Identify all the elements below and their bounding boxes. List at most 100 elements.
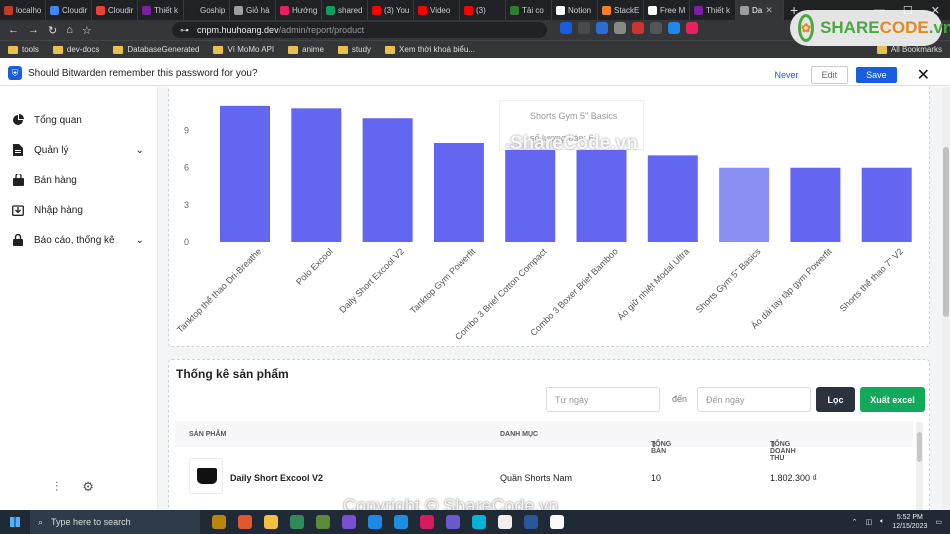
never-button[interactable]: Never <box>775 70 799 80</box>
browser-tab[interactable]: localho <box>0 0 46 20</box>
app-icon[interactable] <box>212 515 226 529</box>
nav-item-bao-cao[interactable]: Báo cáo, thống kê ⌄ <box>12 234 144 246</box>
url-path: /admin/report/product <box>278 25 365 35</box>
chart-bar[interactable] <box>433 142 484 242</box>
browser-tab[interactable]: Hướng <box>276 0 322 20</box>
bookmark-item[interactable]: tools <box>8 45 39 54</box>
word-icon[interactable] <box>524 515 538 529</box>
chart-bar[interactable] <box>861 167 912 242</box>
close-tab-icon[interactable]: ✕ <box>765 5 773 16</box>
nav-item-nhap-hang[interactable]: Nhập hàng <box>12 204 144 216</box>
browser-tab[interactable]: Giỏ hà <box>230 0 276 20</box>
taskbar-search[interactable]: ⌕ Type here to search <box>30 510 200 534</box>
table-scrollbar[interactable] <box>916 422 923 510</box>
chart-bar[interactable] <box>790 167 841 242</box>
browser-tab[interactable]: (3) <box>460 0 506 20</box>
bookmark-item[interactable]: Xem thời khoá biểu... <box>385 45 475 54</box>
extension-icon[interactable] <box>668 22 680 34</box>
back-icon[interactable]: ← <box>8 24 19 36</box>
chart-bar[interactable] <box>576 149 627 242</box>
app-icon[interactable] <box>420 515 434 529</box>
extension-icon[interactable] <box>686 22 698 34</box>
bookmark-item[interactable]: Ví MoMo API <box>213 45 274 54</box>
extension-icon[interactable] <box>614 22 626 34</box>
volume-icon[interactable]: 🔈︎ <box>880 518 884 526</box>
edit-button[interactable]: Edit <box>810 66 849 84</box>
chevron-up-icon[interactable]: ⌃ <box>852 518 858 526</box>
browser-tab[interactable]: Cloudir <box>46 0 92 20</box>
chart-bar[interactable] <box>647 155 698 242</box>
capcut-icon[interactable] <box>498 515 512 529</box>
bookmark-item[interactable]: dev-docs <box>52 45 99 54</box>
bookmark-item[interactable]: All Bookmarks <box>876 45 942 54</box>
browser-tab[interactable]: Da ✕ <box>736 0 784 20</box>
tab-favicon-icon <box>740 5 749 15</box>
browser-tab[interactable]: Cloudir <box>92 0 138 20</box>
extension-icon[interactable] <box>578 22 590 34</box>
reload-icon[interactable]: ↻ <box>48 24 57 37</box>
browser-tab[interactable]: Goship <box>184 0 230 20</box>
browser-tab[interactable]: Notion <box>552 0 598 20</box>
site-info-icon[interactable]: ⊶ <box>180 25 189 36</box>
chart-bar[interactable] <box>291 108 342 242</box>
forward-icon[interactable]: → <box>28 24 39 36</box>
notion-icon[interactable] <box>550 515 564 529</box>
edge-icon[interactable] <box>472 515 486 529</box>
nav-item-ban-hang[interactable]: Bán hàng <box>12 174 144 186</box>
filter-button[interactable]: Lọc <box>816 387 855 412</box>
translate-icon[interactable] <box>596 22 608 34</box>
bitwarden-icon[interactable] <box>560 22 572 34</box>
extension-icon[interactable] <box>632 22 644 34</box>
chart-bar[interactable] <box>220 105 270 243</box>
browser-tab[interactable]: Tải co <box>506 0 552 20</box>
browser-tab[interactable]: (3) You <box>368 0 414 20</box>
chart-bar[interactable] <box>719 167 770 242</box>
bookmark-star-icon[interactable]: ☆ <box>82 24 92 37</box>
nav-item-quan-ly[interactable]: Quản lý ⌄ <box>12 144 144 156</box>
page-scrollbar[interactable] <box>942 87 950 510</box>
browser-tab[interactable]: Thiết k <box>138 0 184 20</box>
bookmark-item[interactable]: anime <box>288 45 324 54</box>
app-icon[interactable] <box>290 515 304 529</box>
nav-item-tong-quan[interactable]: Tổng quan <box>12 114 144 126</box>
close-icon[interactable]: ✕ <box>917 65 930 85</box>
browser-tab[interactable]: Free M <box>644 0 690 20</box>
bookmark-label: DatabaseGenerated <box>127 45 200 54</box>
table-header: SẢN PHẨM DANH MỤC TỔNG BÁN ⇕ TỔNG DOANH … <box>175 421 913 462</box>
from-date-input[interactable]: Từ ngày <box>546 387 660 412</box>
vscode-icon[interactable] <box>368 515 382 529</box>
notification-icon[interactable]: ▭ <box>935 518 942 526</box>
cell-category: Quần Shorts Nam <box>500 473 573 483</box>
chart-bar[interactable] <box>362 118 413 242</box>
tab-label: (3) You <box>384 5 410 15</box>
home-icon[interactable]: ⌂ <box>66 24 73 36</box>
export-excel-button[interactable]: Xuất excel <box>860 387 925 412</box>
extension-icon[interactable] <box>650 22 662 34</box>
minecraft-icon[interactable] <box>316 515 330 529</box>
windows-start-icon[interactable] <box>0 517 30 527</box>
save-button[interactable]: Save <box>856 67 897 83</box>
file-explorer-icon[interactable] <box>264 515 278 529</box>
windows-taskbar: ⌕ Type here to search ⌃ ◫ 🔈︎ 5:52 PM 12/1… <box>0 510 950 534</box>
zalo-icon[interactable] <box>394 515 408 529</box>
browser-tab[interactable]: Thiết k <box>690 0 736 20</box>
browser-tab[interactable]: StackE <box>598 0 644 20</box>
bookmark-label: tools <box>22 45 39 54</box>
tab-label: Free M <box>660 5 686 15</box>
clock[interactable]: 5:52 PM 12/15/2023 <box>892 513 927 531</box>
brave-icon[interactable] <box>238 515 252 529</box>
bookmark-item[interactable]: study <box>337 45 371 54</box>
chart-bar[interactable] <box>505 142 556 242</box>
gear-icon[interactable]: ⚙ <box>82 479 94 495</box>
network-icon[interactable]: ◫ <box>866 518 873 526</box>
to-date-input[interactable]: Đến ngày <box>697 387 811 412</box>
browser-tab[interactable]: Video <box>414 0 460 20</box>
url-field[interactable]: ⊶ cnpm.huuhoang.dev/admin/report/product <box>172 22 547 38</box>
app-icon[interactable] <box>446 515 460 529</box>
bookmark-item[interactable]: DatabaseGenerated <box>113 45 199 54</box>
sliders-icon[interactable]: ⫶ <box>55 479 58 495</box>
table-row[interactable]: Daily Short Excool V2 Quần Shorts Nam 10… <box>175 452 913 502</box>
visual-studio-icon[interactable] <box>342 515 356 529</box>
tab-label: Video <box>430 5 451 15</box>
browser-tab[interactable]: shared <box>322 0 368 20</box>
